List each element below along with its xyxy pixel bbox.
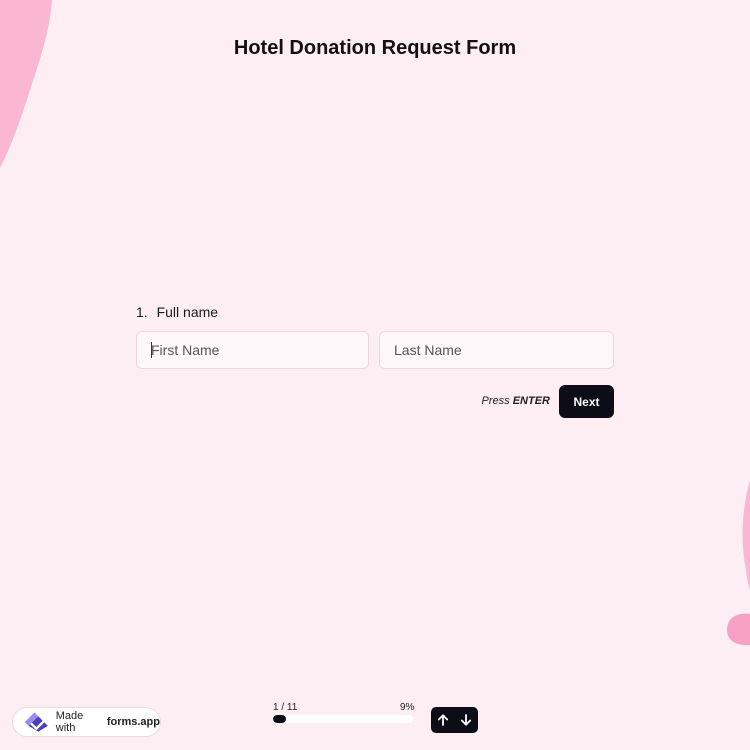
- question-text: Full name: [156, 304, 219, 320]
- form-page: Hotel Donation Request Form 1. Full name…: [0, 0, 750, 750]
- last-name-input[interactable]: [379, 331, 614, 369]
- question-navigation: [431, 707, 478, 733]
- enter-key-label: ENTER: [512, 395, 550, 407]
- forms-app-logo-icon: [24, 712, 48, 732]
- next-button[interactable]: Next: [559, 385, 614, 418]
- decorative-blob-top-left: [0, 0, 52, 168]
- question-label: 1. Full name: [136, 304, 218, 320]
- progress-count: 1 / 11: [273, 702, 298, 713]
- press-label: Press: [481, 395, 510, 407]
- arrow-down-icon: [460, 714, 471, 726]
- badge-prefix: Made with: [55, 710, 84, 734]
- made-with-forms-app-badge[interactable]: Made with forms.app: [12, 707, 161, 737]
- press-enter-hint: Press ENTER: [470, 395, 550, 407]
- form-title: Hotel Donation Request Form: [233, 37, 517, 59]
- arrow-up-icon: [437, 714, 448, 726]
- decorative-blob-right: [742, 480, 750, 590]
- next-question-button[interactable]: [454, 707, 477, 733]
- previous-question-button[interactable]: [431, 707, 454, 733]
- badge-brand: forms.app: [106, 716, 160, 728]
- progress-percent: 9%: [400, 702, 415, 713]
- question-number: 1.: [136, 304, 148, 320]
- progress-bar-fill: [273, 715, 286, 723]
- progress-bar: [273, 715, 413, 723]
- decorative-blob-bottom-right: [727, 613, 750, 646]
- text-cursor: [151, 342, 152, 358]
- first-name-input[interactable]: [136, 331, 369, 369]
